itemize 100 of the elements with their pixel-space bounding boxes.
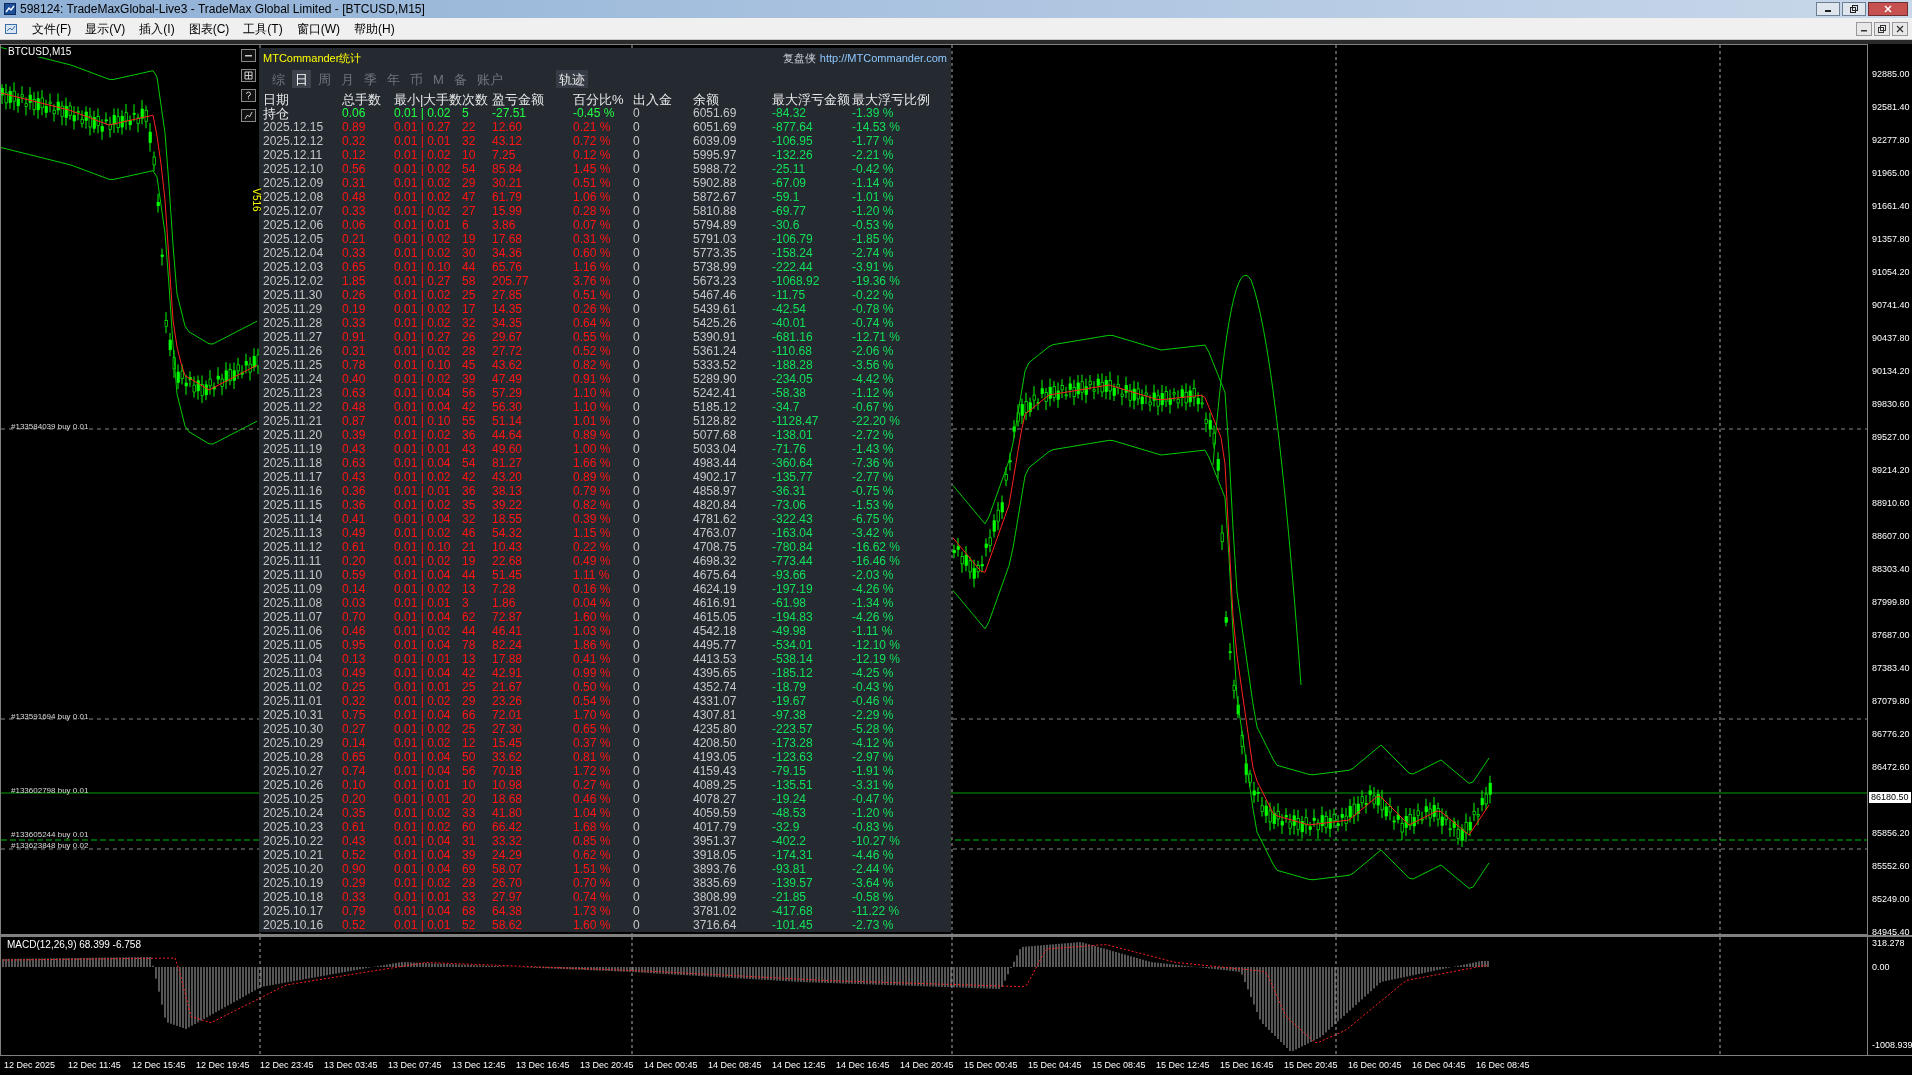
table-cell-text: 4495.77 (693, 639, 738, 651)
table-cell-text: -0.53 % (852, 219, 895, 231)
table-cell-text: 12.60 (492, 121, 524, 133)
track-button[interactable]: 轨迹 (555, 70, 588, 89)
table-cell-text: -2.74 % (852, 247, 895, 259)
time-label: 12 Dec 23:45 (260, 1061, 315, 1070)
table-cell-text: 1.04 % (573, 807, 612, 819)
table-cell-text: 5773.35 (693, 247, 738, 259)
time-label: 14 Dec 12:45 (772, 1061, 827, 1070)
price-label: 91661.40 (1872, 202, 1910, 211)
menu-item[interactable]: 图表(C) (182, 22, 236, 35)
table-cell-text: 2025.11.04 (263, 653, 324, 665)
table-cell-text: 27.85 (492, 289, 524, 301)
table-cell-text: 0.31 % (573, 233, 612, 245)
panel-title: MTCommander统计 (263, 51, 362, 66)
table-cell-text: 0.36 (342, 485, 367, 497)
column-header: 出入金 (633, 93, 673, 106)
table-cell-text: 2025.10.26 (263, 779, 325, 791)
table-cell-text: 0.13 (342, 653, 367, 665)
table-cell-text: 27 (462, 205, 477, 217)
table-cell-text: 2025.12.15 (263, 121, 325, 133)
table-cell-text: -2.73 % (852, 919, 895, 931)
table-cell-text: 0.43 (342, 835, 367, 847)
table-cell-text: 0.51 % (573, 289, 612, 301)
macd-label: MACD(12,26,9) 68.399 -6.758 (7, 940, 141, 950)
table-cell-text: 58.62 (492, 919, 524, 931)
price-label: 91054.20 (1872, 268, 1910, 277)
table-cell-text: 0.01 | 0.02 (394, 289, 452, 301)
close-button[interactable] (1868, 2, 1908, 16)
table-cell-text: 5185.12 (693, 401, 738, 413)
table-cell-text: 0.87 (342, 415, 367, 427)
price-label: 90134.20 (1872, 367, 1910, 376)
table-cell-text: 0 (633, 485, 641, 497)
table-cell-text: 0.12 % (573, 149, 612, 161)
table-cell-text: 4983.44 (693, 457, 738, 469)
time-label: 12 Dec 19:45 (196, 1061, 251, 1070)
table-cell-text: 0 (633, 359, 641, 371)
table-cell-text: 2025.11.29 (263, 303, 324, 315)
period-tab[interactable]: 日 (292, 70, 311, 89)
column-header: 百分比% (573, 93, 625, 106)
table-cell-text: 0 (633, 779, 641, 791)
minimize-button[interactable] (1816, 2, 1840, 16)
table-cell-text: 39 (462, 849, 477, 861)
minimize-button[interactable] (1856, 21, 1872, 36)
table-cell-text: -0.22 % (852, 289, 895, 301)
table-cell-text: 0 (633, 863, 641, 875)
restore-button[interactable] (1874, 21, 1890, 36)
table-cell-text: 2025.10.19 (263, 877, 325, 889)
maximize-button[interactable] (1842, 2, 1866, 16)
table-cell-text: 0 (633, 877, 641, 889)
table-cell-text: 0.75 (342, 709, 367, 721)
menu-item[interactable]: 显示(V) (79, 22, 132, 35)
restore-icon (1850, 5, 1858, 13)
table-cell-text: 4624.19 (693, 583, 738, 595)
menu-item[interactable]: 插入(I) (133, 22, 181, 35)
table-cell-text: -3.56 % (852, 359, 895, 371)
table-cell-text: 0.01 | 0.02 (394, 191, 452, 203)
table-cell-text: 0.33 (342, 247, 367, 259)
menu-item[interactable]: 工具(T) (237, 22, 289, 35)
table-cell-text: -14.53 % (852, 121, 902, 133)
table-cell-text: 5791.03 (693, 233, 738, 245)
menu-item[interactable]: 文件(F) (26, 22, 78, 35)
table-cell-text: 0.41 % (573, 653, 612, 665)
table-cell-text: -49.98 (772, 625, 808, 637)
table-cell-text: 0 (633, 163, 641, 175)
settings-button[interactable] (241, 109, 256, 122)
menu-item[interactable]: 窗口(W) (290, 22, 346, 35)
table-cell-text: -174.31 (772, 849, 814, 861)
table-cell-text: 0.01 | 0.02 (394, 247, 452, 259)
table-cell-text: 2025.10.29 (263, 737, 325, 749)
table-cell-text: 0 (633, 625, 641, 637)
table-cell-text: 0 (633, 737, 641, 749)
table-cell-text: 25 (462, 289, 477, 301)
table-cell-text: 0.06 (342, 107, 367, 119)
table-cell-text: 14.35 (492, 303, 524, 315)
collapse-button[interactable] (241, 49, 256, 62)
table-cell-text: 2025.10.23 (263, 821, 325, 833)
table-cell-text: 17.88 (492, 653, 524, 665)
table-cell-text: 0 (633, 723, 641, 735)
table-cell-text: 4708.75 (693, 541, 738, 553)
price-label: 89214.20 (1872, 466, 1910, 475)
table-cell-text: 5077.68 (693, 429, 738, 441)
table-cell-text: 2025.11.11 (263, 555, 323, 567)
table-cell-text: 56 (462, 387, 477, 399)
table-cell-text: 5467.46 (693, 289, 738, 301)
table-cell-text: 12 (462, 737, 477, 749)
table-cell-text: 34.36 (492, 247, 524, 259)
website-link[interactable]: http://MTCommander.com (819, 50, 947, 67)
menu-item[interactable]: 帮助(H) (348, 22, 401, 35)
price-label: 89527.00 (1872, 433, 1910, 442)
chart-button[interactable] (241, 69, 256, 82)
help-button[interactable] (241, 89, 256, 102)
time-label: 12 Dec 2025 (4, 1061, 57, 1070)
document-icon[interactable] (4, 21, 18, 36)
table-cell-text: 4235.80 (693, 723, 738, 735)
close-button[interactable] (1892, 21, 1908, 36)
table-cell-text: 0 (633, 835, 641, 847)
table-cell-text: 0 (633, 919, 641, 931)
table-cell-text: 0.72 % (573, 135, 612, 147)
table-cell-text: 4698.32 (693, 555, 738, 567)
